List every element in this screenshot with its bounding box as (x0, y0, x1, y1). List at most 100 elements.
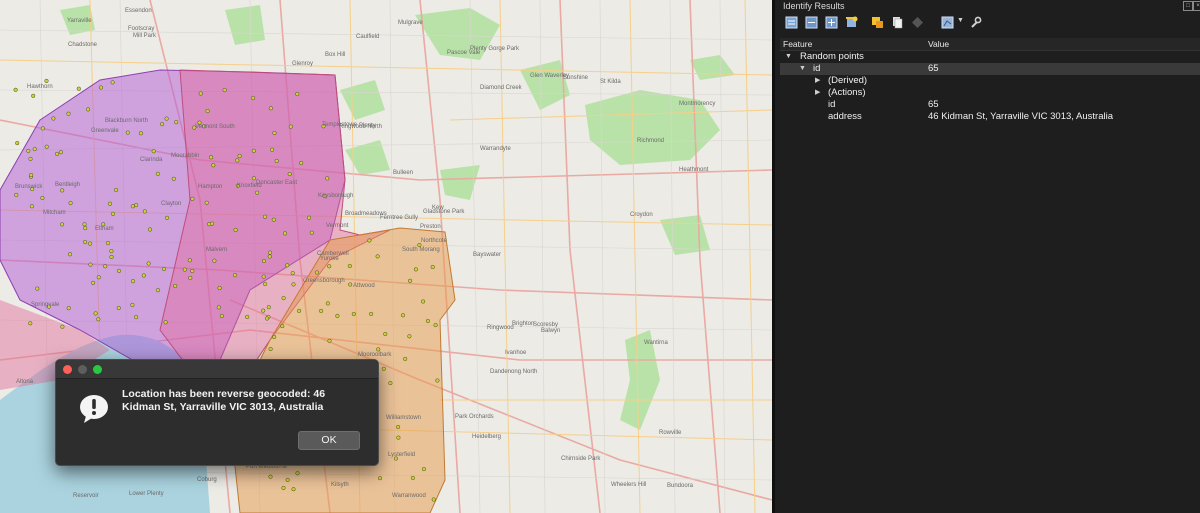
collapsed-arrow-icon[interactable]: ▶ (815, 75, 820, 87)
random-point-marker[interactable] (163, 320, 168, 325)
random-point-marker[interactable] (35, 286, 40, 291)
random-point-marker[interactable] (142, 209, 147, 214)
random-point-marker[interactable] (325, 176, 330, 181)
random-point-marker[interactable] (272, 334, 277, 340)
random-point-marker[interactable] (109, 249, 114, 254)
random-point-marker[interactable] (105, 241, 110, 246)
random-point-marker[interactable] (190, 196, 195, 201)
random-point-marker[interactable] (295, 471, 300, 476)
random-point-marker[interactable] (272, 130, 277, 136)
random-point-marker[interactable] (164, 116, 169, 121)
random-point-marker[interactable] (306, 215, 312, 220)
random-point-marker[interactable] (291, 282, 296, 287)
random-point-marker[interactable] (245, 314, 250, 319)
random-point-marker[interactable] (130, 279, 136, 284)
random-point-marker[interactable] (216, 305, 221, 310)
random-point-marker[interactable] (134, 315, 139, 320)
expand-new-results-icon[interactable] (825, 16, 838, 29)
random-point-marker[interactable] (138, 131, 143, 136)
random-point-marker[interactable] (134, 203, 139, 208)
random-point-marker[interactable] (164, 215, 170, 220)
random-point-marker[interactable] (161, 266, 167, 272)
random-point-marker[interactable] (297, 308, 302, 313)
random-point-marker[interactable] (91, 280, 96, 285)
random-point-marker[interactable] (327, 264, 332, 269)
tree-actions-row[interactable]: ▶ (Actions) (780, 87, 1200, 99)
random-point-marker[interactable] (96, 275, 101, 280)
random-point-marker[interactable] (425, 318, 430, 324)
random-point-marker[interactable] (147, 227, 153, 232)
random-point-marker[interactable] (268, 474, 273, 479)
random-point-marker[interactable] (251, 148, 256, 153)
random-point-marker[interactable] (32, 147, 37, 152)
random-point-marker[interactable] (267, 254, 272, 259)
random-point-marker[interactable] (407, 334, 412, 339)
chevron-down-icon[interactable]: ▼ (957, 17, 964, 24)
random-point-marker[interactable] (285, 477, 290, 482)
random-point-marker[interactable] (282, 231, 288, 236)
random-point-marker[interactable] (377, 476, 383, 481)
random-point-marker[interactable] (28, 321, 33, 326)
random-point-marker[interactable] (233, 227, 238, 232)
random-point-marker[interactable] (268, 106, 273, 111)
random-point-marker[interactable] (60, 222, 65, 227)
random-point-marker[interactable] (103, 264, 108, 269)
close-window-button[interactable] (63, 365, 72, 374)
random-point-marker[interactable] (60, 188, 65, 193)
random-point-marker[interactable] (268, 250, 273, 255)
random-point-marker[interactable] (151, 149, 156, 154)
random-point-marker[interactable] (174, 120, 179, 125)
random-point-marker[interactable] (383, 331, 388, 337)
panel-float-icon[interactable]: □ (1183, 1, 1193, 11)
random-point-marker[interactable] (375, 254, 380, 259)
random-point-marker[interactable] (110, 211, 116, 216)
tree-layer-row[interactable]: ▼ Random points (780, 51, 1200, 63)
random-point-marker[interactable] (211, 163, 216, 168)
random-point-marker[interactable] (367, 238, 372, 243)
random-point-marker[interactable] (435, 378, 440, 383)
random-point-marker[interactable] (325, 301, 330, 306)
random-point-marker[interactable] (433, 323, 438, 328)
random-point-marker[interactable] (86, 107, 91, 112)
random-point-marker[interactable] (93, 311, 98, 316)
random-point-marker[interactable] (396, 435, 401, 440)
random-point-marker[interactable] (28, 156, 33, 161)
random-point-marker[interactable] (141, 273, 146, 278)
random-point-marker[interactable] (44, 78, 49, 83)
tree-derived-row[interactable]: ▶ (Derived) (780, 75, 1200, 87)
random-point-marker[interactable] (327, 338, 332, 343)
random-point-marker[interactable] (13, 87, 18, 92)
random-point-marker[interactable] (107, 201, 113, 206)
random-point-marker[interactable] (130, 302, 135, 307)
random-point-marker[interactable] (44, 144, 49, 149)
random-point-marker[interactable] (431, 497, 436, 502)
random-point-marker[interactable] (309, 230, 314, 235)
random-point-marker[interactable] (261, 308, 266, 313)
highlight-features-icon[interactable] (871, 16, 884, 29)
expanded-arrow-icon[interactable]: ▼ (785, 51, 792, 63)
random-point-marker[interactable] (31, 93, 36, 98)
random-point-marker[interactable] (281, 485, 286, 490)
clear-results-icon[interactable] (845, 16, 858, 29)
attribute-row[interactable]: address 46 Kidman St, Yarraville VIC 301… (780, 111, 1200, 123)
random-point-marker[interactable] (204, 200, 209, 205)
random-point-marker[interactable] (430, 264, 435, 270)
collapsed-arrow-icon[interactable]: ▶ (815, 87, 820, 99)
identify-mode-icon[interactable] (941, 16, 954, 29)
random-point-marker[interactable] (187, 258, 192, 263)
random-point-marker[interactable] (83, 240, 88, 245)
random-point-marker[interactable] (270, 147, 275, 152)
random-point-marker[interactable] (351, 311, 356, 317)
random-point-marker[interactable] (188, 275, 193, 281)
random-point-marker[interactable] (299, 160, 304, 166)
random-point-marker[interactable] (388, 381, 393, 386)
random-point-marker[interactable] (281, 296, 286, 301)
random-point-marker[interactable] (110, 80, 115, 85)
random-point-marker[interactable] (125, 130, 130, 135)
random-point-marker[interactable] (314, 270, 319, 275)
random-point-marker[interactable] (263, 282, 268, 287)
column-feature[interactable]: Feature (783, 39, 812, 49)
random-point-marker[interactable] (26, 148, 31, 153)
random-point-marker[interactable] (40, 195, 45, 201)
random-point-marker[interactable] (347, 263, 352, 269)
